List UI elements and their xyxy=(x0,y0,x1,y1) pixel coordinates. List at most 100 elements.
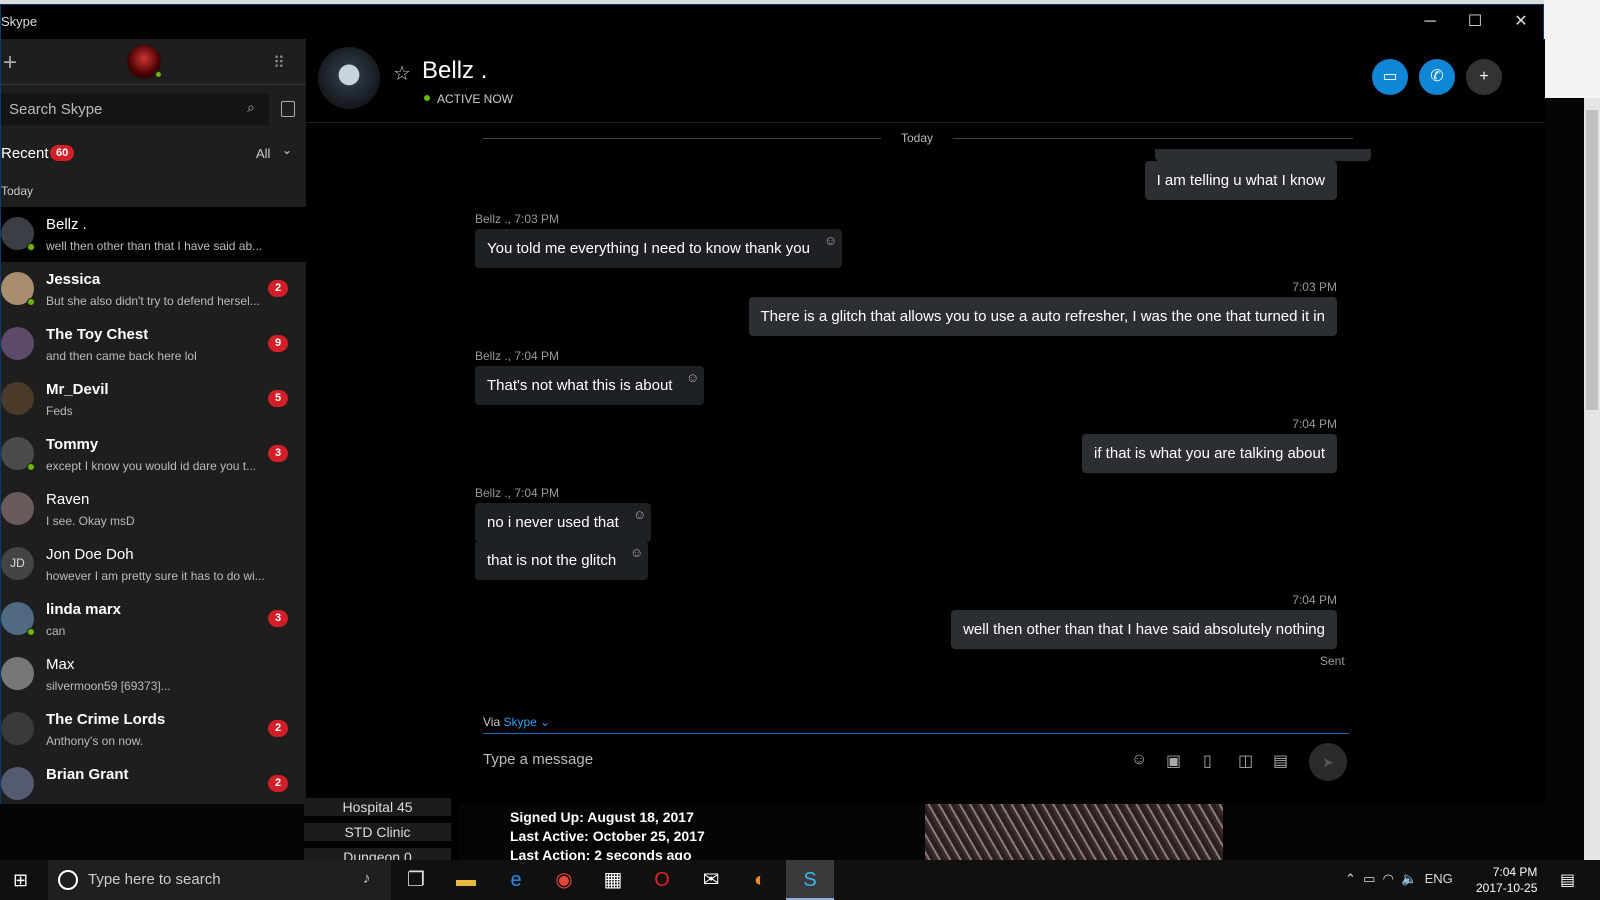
via-label: Via xyxy=(483,715,501,729)
reaction-icon[interactable]: ☺ xyxy=(630,545,643,560)
message-bubble[interactable]: I am telling u what I know xyxy=(1144,161,1337,200)
new-chat-button[interactable]: + xyxy=(3,49,17,77)
via-service-dropdown[interactable]: Skype xyxy=(503,715,536,729)
unread-badge: 3 xyxy=(268,445,288,462)
dialpad-icon[interactable]: ⠿ xyxy=(273,53,285,73)
store-icon[interactable]: ▦ xyxy=(597,867,629,893)
search-icon[interactable]: ⌕ xyxy=(247,99,255,116)
add-people-button[interactable]: + xyxy=(1466,59,1502,95)
skype-icon[interactable]: S xyxy=(794,867,826,893)
contact-item[interactable]: Raven I see. Okay msD xyxy=(1,482,306,537)
unread-badge: 2 xyxy=(268,775,288,792)
cortana-icon xyxy=(58,870,78,890)
windows-start-icon[interactable]: ⊞ xyxy=(13,870,28,891)
contact-avatar xyxy=(1,657,34,690)
skype-window: Skype ─ ☐ ✕ + ⠿ ⌕ Recent 60 All ⌄ Today … xyxy=(0,4,1545,805)
contact-avatar xyxy=(1,492,34,525)
contact-item[interactable]: Jessica But she also didn't try to defend… xyxy=(1,262,306,317)
presence-dot xyxy=(27,298,35,306)
sidebar-header: + ⠿ xyxy=(1,39,306,85)
action-center-icon[interactable]: ▤ xyxy=(1560,870,1575,890)
unread-badge: 5 xyxy=(268,390,288,407)
presence-dot xyxy=(27,463,35,471)
mail-icon[interactable]: ✉ xyxy=(695,867,727,893)
peer-name[interactable]: Bellz . xyxy=(422,57,487,85)
contact-item[interactable]: linda marx can 3 xyxy=(1,592,306,647)
reaction-icon[interactable]: ☺ xyxy=(824,233,837,248)
contact-avatar: JD xyxy=(1,547,34,580)
bg-menu-button[interactable]: Dungeon 0 xyxy=(304,848,451,860)
contact-list: Bellz . well then other than that I have … xyxy=(1,207,306,812)
message-bubble[interactable]: There is a glitch that allows you to use… xyxy=(748,297,1337,336)
maximize-button[interactable]: ☐ xyxy=(1460,11,1490,33)
message-bubble[interactable]: if that is what you are talking about xyxy=(1082,434,1337,473)
firefox-icon[interactable]: ◐ xyxy=(744,867,776,893)
send-button[interactable]: ➤ xyxy=(1309,743,1347,781)
message-bubble[interactable]: That's not what this is about xyxy=(475,366,705,405)
reaction-icon[interactable]: ☺ xyxy=(633,507,646,522)
contact-name: Tommy xyxy=(46,436,99,453)
task-view-icon[interactable]: ❐ xyxy=(400,867,432,893)
message-bubble[interactable]: no i never used that xyxy=(475,503,651,542)
background-scroll-thumb[interactable] xyxy=(1586,110,1598,410)
taskbar-search-placeholder: Type here to search xyxy=(88,871,221,888)
clock[interactable]: 7:04 PM 2017-10-25 xyxy=(1476,864,1537,896)
message-bubble[interactable]: that is not the glitch xyxy=(475,541,649,580)
edge-icon[interactable]: e xyxy=(500,867,532,893)
peer-avatar[interactable] xyxy=(318,47,380,109)
message-bubble[interactable]: You told me everything I need to know th… xyxy=(475,229,842,268)
title-bar: Skype ─ ☐ ✕ xyxy=(1,5,1545,39)
taskbar-search[interactable]: Type here to search ♪ xyxy=(48,860,391,900)
favorite-star-icon[interactable]: ☆ xyxy=(393,61,411,86)
contacts-icon[interactable] xyxy=(281,101,295,117)
audio-call-button[interactable]: ✆ xyxy=(1419,59,1455,95)
unread-badge: 9 xyxy=(268,335,288,352)
minimize-button[interactable]: ─ xyxy=(1415,11,1445,33)
contact-item[interactable]: Tommy except I know you would id dare you… xyxy=(1,427,306,482)
presence-dot xyxy=(27,628,35,636)
contact-item[interactable]: Mr_Devil Feds 5 xyxy=(1,372,306,427)
image-icon[interactable]: ▣ xyxy=(1166,751,1181,771)
my-avatar[interactable] xyxy=(127,45,163,79)
contact-card-icon[interactable]: ▤ xyxy=(1273,751,1288,771)
contact-name: Mr_Devil xyxy=(46,381,109,398)
system-tray[interactable]: ⌃ ▭ ◠ 🔈 ENG xyxy=(1345,871,1453,887)
opera-icon[interactable]: O xyxy=(646,867,678,893)
video-message-icon[interactable]: ◫ xyxy=(1238,751,1253,771)
language-indicator[interactable]: ENG xyxy=(1425,871,1453,886)
contact-item[interactable]: Bellz . well then other than that I have … xyxy=(1,207,306,262)
reaction-icon[interactable]: ☺ xyxy=(686,370,699,385)
chevron-down-icon[interactable]: ⌄ xyxy=(282,143,292,157)
contact-item[interactable]: The Toy Chest and then came back here lol… xyxy=(1,317,306,372)
contact-preview: except I know you would id dare you t... xyxy=(46,459,257,473)
filter-dropdown[interactable]: All xyxy=(256,146,270,161)
presence-dot xyxy=(424,95,430,101)
message-bubble[interactable]: well then other than that I have said ab… xyxy=(951,610,1337,649)
contact-preview: Anthony's on now. xyxy=(46,734,144,748)
recent-unread-badge: 60 xyxy=(50,145,75,161)
video-call-button[interactable]: ▭ xyxy=(1372,59,1408,95)
via-selector[interactable]: Via Skype ⌄ xyxy=(483,715,550,729)
background-browser-page xyxy=(1544,98,1584,860)
contact-item[interactable]: Max silvermoon59 [69373]... xyxy=(1,647,306,702)
chevron-down-icon[interactable]: ⌄ xyxy=(537,715,550,729)
emoji-icon[interactable]: ☺ xyxy=(1131,751,1147,769)
file-icon[interactable]: ▯ xyxy=(1203,751,1212,771)
bg-menu-button[interactable]: Hospital 45 xyxy=(304,798,451,816)
contact-preview: But she also didn't try to defend hersel… xyxy=(46,294,260,308)
day-label: Today xyxy=(900,131,934,145)
contact-item[interactable]: JD Jon Doe Doh however I am pretty sure it… xyxy=(1,537,306,592)
app-title: Skype xyxy=(1,14,38,29)
bg-menu-button[interactable]: STD Clinic xyxy=(304,823,451,841)
contact-name: Raven xyxy=(46,491,90,508)
chrome-icon[interactable]: ◉ xyxy=(548,867,580,893)
search-input[interactable] xyxy=(1,93,269,125)
close-button[interactable]: ✕ xyxy=(1506,11,1536,33)
microphone-icon[interactable]: ♪ xyxy=(363,870,371,887)
profile-picture xyxy=(925,804,1223,860)
contact-avatar xyxy=(1,382,34,415)
message-input[interactable] xyxy=(483,745,1123,773)
contact-item[interactable]: The Crime Lords Anthony's on now. 2 xyxy=(1,702,306,757)
file-explorer-icon[interactable]: ▬ xyxy=(450,867,482,893)
sent-status: Sent xyxy=(1320,654,1345,668)
